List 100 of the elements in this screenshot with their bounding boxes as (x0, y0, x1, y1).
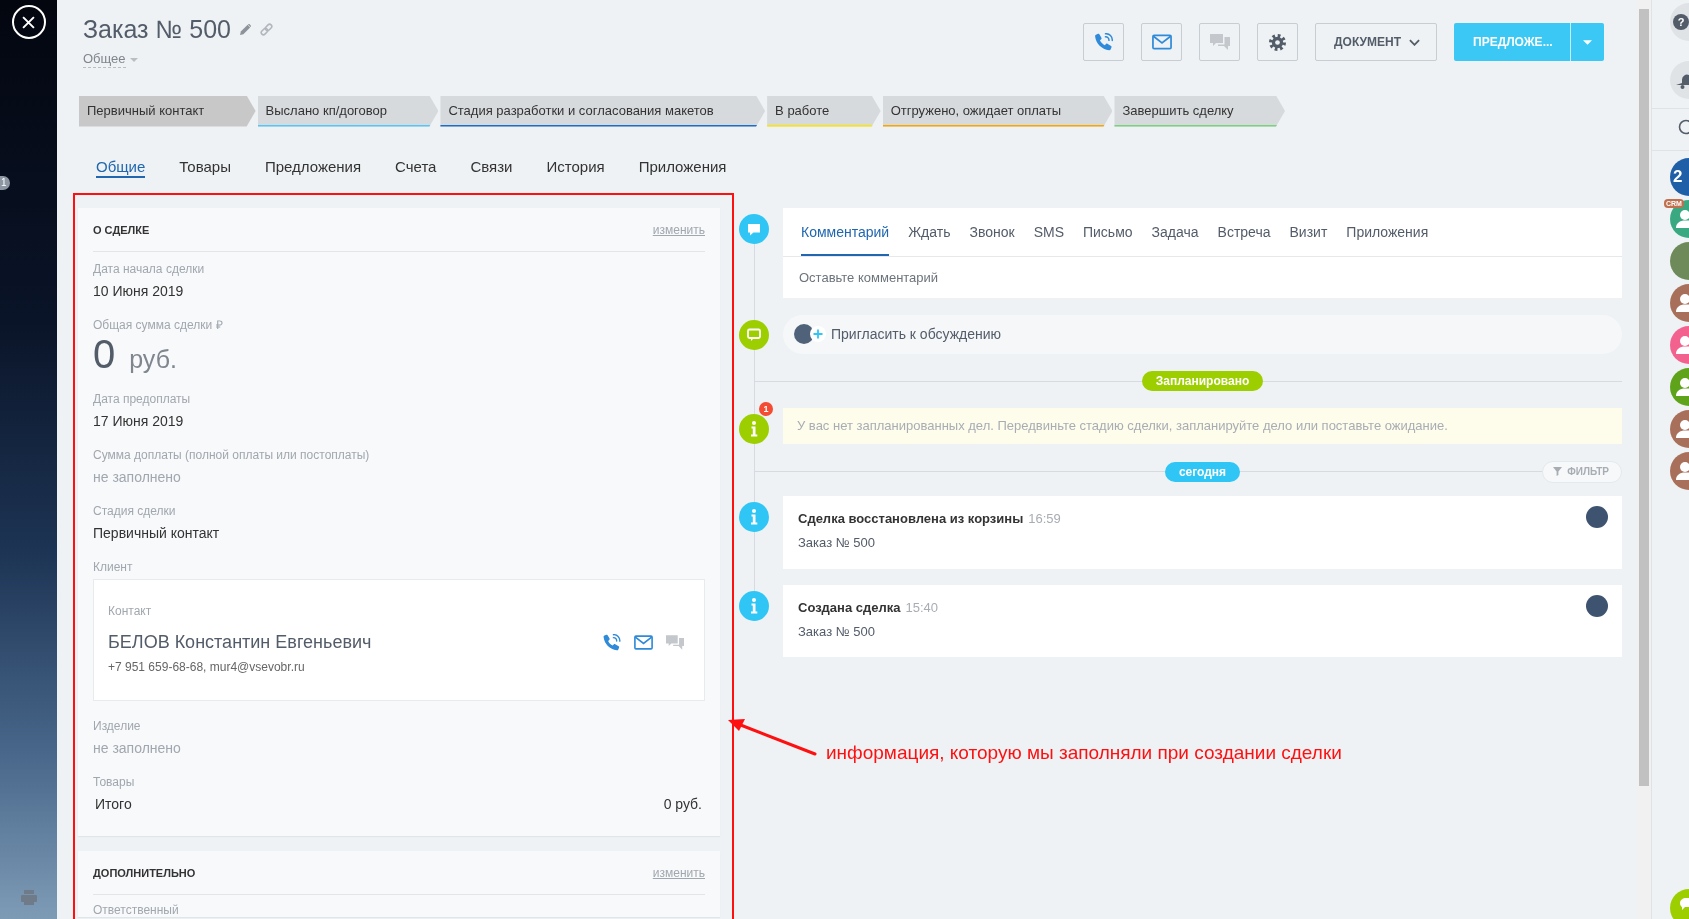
field-label: Дата предоплаты (93, 391, 192, 406)
link-icon[interactable] (260, 22, 273, 36)
close-icon (22, 15, 35, 29)
section-title: О СДЕЛКЕ (93, 222, 150, 237)
total-value: 0 руб. (663, 794, 702, 813)
notice-message: У вас нет запланированных дел. Передвиньте стадию сделки, запланируйте дело или поставьте ожидание. (783, 407, 1622, 444)
close-button[interactable] (11, 5, 46, 39)
invite-bar[interactable]: Пригласить к обсуждению (783, 314, 1622, 354)
stage-step[interactable]: В работе (767, 95, 881, 127)
mail-icon[interactable] (634, 635, 653, 650)
invite-label: Пригласить к обсуждению (831, 324, 1002, 344)
email-button[interactable] (1141, 23, 1183, 61)
comment-icon (739, 213, 769, 244)
field-label: Ответственный (93, 902, 180, 917)
user-avatar-icon[interactable] (1670, 410, 1689, 448)
contact-name: БЕЛОВ Константин Евгеньевич (108, 630, 372, 653)
document-button[interactable]: ДОКУМЕНТ (1315, 23, 1437, 61)
stage-step[interactable]: Стадия разработки и согласования макетов (440, 95, 766, 127)
field-value: 10 Июня 2019 (93, 281, 185, 300)
event-time: 16:59 (1028, 510, 1061, 526)
contact-details: +7 951 659-68-68, mur4@vsevobr.ru (108, 658, 306, 675)
event-title: Сделка восстановлена из корзины (798, 510, 1024, 526)
activity-tab[interactable]: Комментарий (801, 222, 890, 256)
info-icon (739, 590, 769, 621)
chat-icon (739, 319, 769, 350)
field-label: Товары (93, 774, 136, 789)
help-button[interactable]: ? (1670, 3, 1689, 41)
pencil-icon[interactable] (240, 23, 251, 35)
stage-step[interactable]: Завершить сделку (1114, 95, 1285, 127)
caret-icon (1583, 39, 1592, 45)
info-icon (739, 413, 769, 444)
activity-tab[interactable]: Звонок (969, 222, 1015, 256)
section-title: ДОПОЛНИТЕЛЬНО (93, 865, 196, 880)
activity-tab[interactable]: Письмо (1083, 222, 1133, 256)
bubble-icon[interactable] (1670, 889, 1689, 919)
annotation-text: информация, которую мы заполняли при создании сделки (826, 743, 1342, 763)
caret-icon (129, 57, 138, 62)
phone-icon[interactable] (603, 634, 621, 651)
section-tab[interactable]: Предложения (264, 156, 362, 178)
activity-tab[interactable]: Приложения (1346, 222, 1429, 256)
chevron-icon (1409, 38, 1420, 46)
notifications-icon[interactable] (1670, 61, 1689, 99)
planned-label: Запланировано (1141, 370, 1264, 391)
user-avatar-icon[interactable] (1670, 368, 1689, 406)
plus-icon[interactable] (810, 326, 826, 342)
section-tab[interactable]: Связи (470, 156, 513, 178)
avatar-placeholder[interactable] (1670, 242, 1689, 280)
user-avatar-icon[interactable] (1670, 452, 1689, 490)
stage-step[interactable]: Выслано кп/договор (257, 95, 439, 127)
event-title: Создана сделка (798, 599, 901, 615)
amount-value: 0 (93, 333, 116, 374)
stage-step[interactable]: Первичный контакт (79, 95, 256, 127)
section-tab[interactable]: Общие (96, 156, 146, 178)
stage-step[interactable]: Отгружено, ожидает оплаты (882, 95, 1113, 127)
scrollbar-thumb[interactable] (1639, 9, 1649, 786)
avatar-placeholder (794, 324, 814, 344)
field-value: не заполнено (93, 738, 182, 757)
deal-title: Заказ № 500 (83, 14, 231, 45)
settings-icon (1269, 33, 1287, 51)
total-label: Итого (95, 794, 132, 813)
activity-tab[interactable]: Встреча (1217, 222, 1271, 256)
contact-type-label: Контакт (108, 603, 153, 618)
user-avatar-icon[interactable] (1670, 326, 1689, 364)
filter-icon (1553, 467, 1563, 476)
section-tab[interactable]: Товары (179, 156, 231, 178)
user-avatar-icon[interactable] (1670, 284, 1689, 322)
field-label: Общая сумма сделки ₽ (93, 317, 224, 332)
notification-badge: 1 (759, 401, 773, 416)
counter-badge: 1 (0, 176, 10, 190)
comment-field[interactable]: Оставьте комментарий (783, 256, 1622, 298)
field-label: Дата начала сделки (93, 261, 206, 276)
event-subtitle: Заказ № 500 (798, 535, 876, 551)
avatar-placeholder (1586, 505, 1608, 528)
mail-icon (1151, 33, 1172, 51)
currency-label: руб. (129, 343, 177, 374)
chat-icon (1209, 33, 1230, 51)
section-tab[interactable]: История (546, 156, 605, 178)
activity-tab[interactable]: SMS (1033, 222, 1064, 256)
field-value: Первичный контакт (93, 523, 221, 542)
settings-button[interactable] (1257, 23, 1299, 61)
activity-tab[interactable]: Задача (1151, 222, 1199, 256)
field-label: Изделие (93, 718, 142, 733)
date-label: сегодня (1164, 461, 1241, 482)
info-icon (739, 501, 769, 532)
avatar-placeholder (1586, 594, 1608, 617)
section-tab[interactable]: Счета (395, 156, 437, 178)
call-button[interactable] (1083, 23, 1125, 61)
field-value: 17 Июня 2019 (93, 411, 185, 430)
field-label: Сумма доплаты (полной оплаты или постоплаты) (93, 447, 371, 462)
phone-icon (1093, 33, 1114, 51)
field-value: не заполнено (93, 467, 182, 486)
field-label: Клиент (93, 559, 134, 574)
activity-tab[interactable]: Визит (1289, 222, 1328, 256)
section-tab[interactable]: Приложения (638, 156, 727, 178)
event-subtitle: Заказ № 500 (798, 624, 876, 640)
event-time: 15:40 (905, 599, 939, 615)
activity-tab[interactable]: Ждать (908, 222, 951, 256)
chat-logo[interactable]: 2 (1670, 158, 1689, 196)
dropdown-toggle-button[interactable] (1570, 23, 1604, 61)
field-label: Стадия сделки (93, 503, 177, 518)
